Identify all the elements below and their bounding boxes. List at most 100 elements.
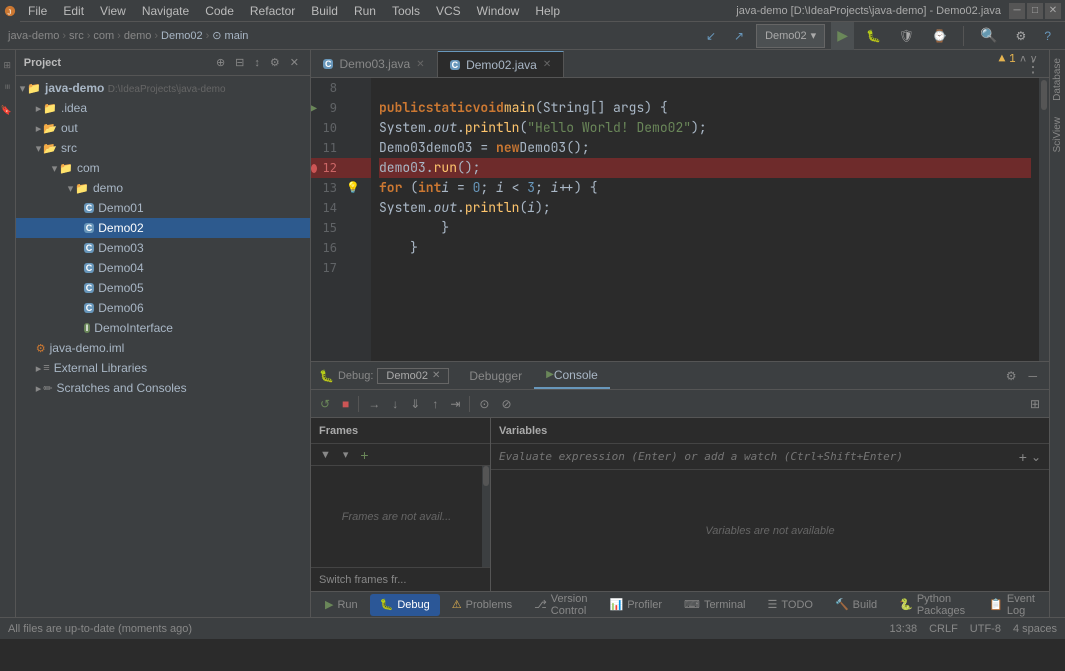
- menu-edit[interactable]: Edit: [55, 0, 92, 21]
- tree-item-demo[interactable]: ▾ 📁 demo: [16, 178, 310, 198]
- step-into-button[interactable]: ↓: [387, 392, 403, 416]
- sort-button[interactable]: ↕: [251, 55, 263, 70]
- vcs-push-button[interactable]: ↗: [728, 22, 750, 50]
- run-config-selector[interactable]: Demo02 ▾: [756, 24, 825, 48]
- bc-project[interactable]: java-demo: [8, 30, 59, 42]
- tab-console[interactable]: ▶ Console: [534, 362, 610, 389]
- tab-debugger[interactable]: Debugger: [457, 362, 534, 389]
- tree-item-Demo06[interactable]: C Demo06: [16, 298, 310, 318]
- sciview-panel-button[interactable]: SciView: [1050, 109, 1065, 160]
- tab-problems[interactable]: ⚠ Problems: [442, 594, 522, 616]
- coverage-button[interactable]: 🛡: [893, 22, 920, 50]
- expand-watches-button[interactable]: ⌄: [1031, 450, 1041, 464]
- tree-item-Demo05[interactable]: C Demo05: [16, 278, 310, 298]
- help-button[interactable]: ?: [1038, 22, 1057, 50]
- vcs-update-button[interactable]: ↙: [700, 22, 722, 50]
- tree-item-Demo03[interactable]: C Demo03: [16, 238, 310, 258]
- run-to-cursor-button[interactable]: ⇥: [445, 392, 465, 416]
- frames-scrollbar[interactable]: [482, 466, 490, 567]
- search-button[interactable]: 🔍: [974, 22, 1003, 50]
- tree-item-idea[interactable]: ▸ 📁 .idea: [16, 98, 310, 118]
- force-step-into-button[interactable]: ⇓: [405, 392, 425, 416]
- bc-src[interactable]: src: [69, 30, 84, 42]
- tab-build[interactable]: 🔨 Build: [825, 594, 887, 616]
- sidebar-project-icon[interactable]: ⊞: [0, 58, 14, 72]
- tree-item-out[interactable]: ▸ 📂 out: [16, 118, 310, 138]
- panel-close-button[interactable]: ✕: [287, 55, 302, 70]
- tree-item-root[interactable]: ▾ 📁 java-demo D:\IdeaProjects\java-demo: [16, 78, 310, 98]
- status-encoding[interactable]: UTF-8: [970, 623, 1001, 635]
- tree-item-scratches[interactable]: ▸ ✏ Scratches and Consoles: [16, 378, 310, 398]
- restore-layout-button[interactable]: ⊞: [1025, 392, 1045, 416]
- menu-run[interactable]: Run: [346, 0, 384, 21]
- settings-button[interactable]: ⚙: [1010, 22, 1033, 50]
- tab-Demo03-close[interactable]: ✕: [416, 59, 424, 70]
- tab-todo[interactable]: ☰ TODO: [758, 594, 823, 616]
- step-over-button[interactable]: →: [363, 392, 385, 416]
- tree-item-com[interactable]: ▾ 📁 com: [16, 158, 310, 178]
- bc-demo02[interactable]: Demo02: [161, 30, 203, 42]
- step-out-button[interactable]: ↑: [427, 392, 443, 416]
- new-folder-button[interactable]: ⊕: [213, 55, 228, 70]
- editor-scrollbar[interactable]: [1039, 78, 1049, 361]
- view-breakpoints-button[interactable]: ⊙: [474, 392, 494, 416]
- menu-window[interactable]: Window: [469, 0, 528, 21]
- tab-Demo03[interactable]: C Demo03.java ✕: [311, 51, 438, 77]
- debug-close-icon[interactable]: ✕: [432, 370, 440, 381]
- filter-expand-button[interactable]: ▾: [338, 443, 354, 467]
- debug-button[interactable]: 🐛: [860, 22, 887, 50]
- menu-code[interactable]: Code: [197, 0, 242, 21]
- tab-Demo02[interactable]: C Demo02.java ✕: [438, 51, 565, 77]
- filter-frames-button[interactable]: ▼: [315, 443, 336, 467]
- tab-event-log[interactable]: 📋 Event Log: [979, 594, 1045, 616]
- menu-vcs[interactable]: VCS: [428, 0, 469, 21]
- menu-help[interactable]: Help: [527, 0, 568, 21]
- menu-build[interactable]: Build: [303, 0, 346, 21]
- close-button[interactable]: ✕: [1045, 3, 1061, 19]
- run-button[interactable]: ▶: [831, 22, 854, 50]
- bc-method[interactable]: ⊙ main: [212, 29, 248, 42]
- tab-Demo02-close[interactable]: ✕: [543, 59, 551, 70]
- status-time[interactable]: 13:38: [890, 623, 918, 635]
- tree-item-DemoInterface[interactable]: I DemoInterface: [16, 318, 310, 338]
- evaluate-expression-input[interactable]: [499, 450, 1015, 463]
- add-frame-button[interactable]: +: [355, 443, 373, 467]
- debug-config-badge[interactable]: Demo02 ✕: [377, 368, 449, 384]
- tab-python[interactable]: 🐍 Python Packages: [889, 594, 975, 616]
- status-line-ending[interactable]: CRLF: [929, 623, 958, 635]
- tab-run[interactable]: ▶ Run: [315, 594, 368, 616]
- menu-navigate[interactable]: Navigate: [134, 0, 197, 21]
- collapse-all-button[interactable]: ⊟: [232, 55, 247, 70]
- tab-version-control[interactable]: ⎇ Version Control: [524, 594, 597, 616]
- minimize-button[interactable]: ─: [1009, 3, 1025, 19]
- debug-settings-button[interactable]: ⚙: [1002, 368, 1021, 384]
- code-content[interactable]: public static void main(String[] args) {…: [371, 78, 1039, 361]
- rerun-button[interactable]: ↺: [315, 392, 335, 416]
- menu-view[interactable]: View: [92, 0, 134, 21]
- menu-refactor[interactable]: Refactor: [242, 0, 303, 21]
- tree-item-Demo01[interactable]: C Demo01: [16, 198, 310, 218]
- sidebar-structure-icon[interactable]: ≡: [0, 80, 14, 94]
- bc-demo[interactable]: demo: [124, 30, 152, 42]
- stop-button[interactable]: ■: [337, 392, 354, 416]
- bc-com[interactable]: com: [93, 30, 114, 42]
- tree-item-ext-libs[interactable]: ▸ ≡ External Libraries: [16, 358, 310, 378]
- tree-item-src[interactable]: ▾ 📂 src: [16, 138, 310, 158]
- settings-gear-button[interactable]: ⚙: [267, 55, 283, 70]
- tab-profiler[interactable]: 📊 Profiler: [600, 594, 673, 616]
- tab-terminal[interactable]: ⌨ Terminal: [674, 594, 755, 616]
- sidebar-bookmarks-icon[interactable]: 🔖: [0, 102, 14, 116]
- tree-item-Demo02[interactable]: C Demo02: [16, 218, 310, 238]
- tree-item-Demo04[interactable]: C Demo04: [16, 258, 310, 278]
- menu-tools[interactable]: Tools: [384, 0, 428, 21]
- mute-breakpoints-button[interactable]: ⊘: [496, 392, 516, 416]
- status-indent[interactable]: 4 spaces: [1013, 623, 1057, 635]
- switch-frames-button[interactable]: Switch frames fr...: [311, 567, 490, 591]
- profile-button[interactable]: ⌚: [926, 22, 953, 50]
- tab-debug[interactable]: 🐛 Debug: [370, 594, 440, 616]
- database-panel-button[interactable]: Database: [1050, 50, 1065, 109]
- tree-item-iml[interactable]: ⚙ java-demo.iml: [16, 338, 310, 358]
- maximize-button[interactable]: □: [1027, 3, 1043, 19]
- add-watch-button[interactable]: +: [1019, 449, 1027, 465]
- debug-minimize-button[interactable]: ─: [1024, 368, 1041, 384]
